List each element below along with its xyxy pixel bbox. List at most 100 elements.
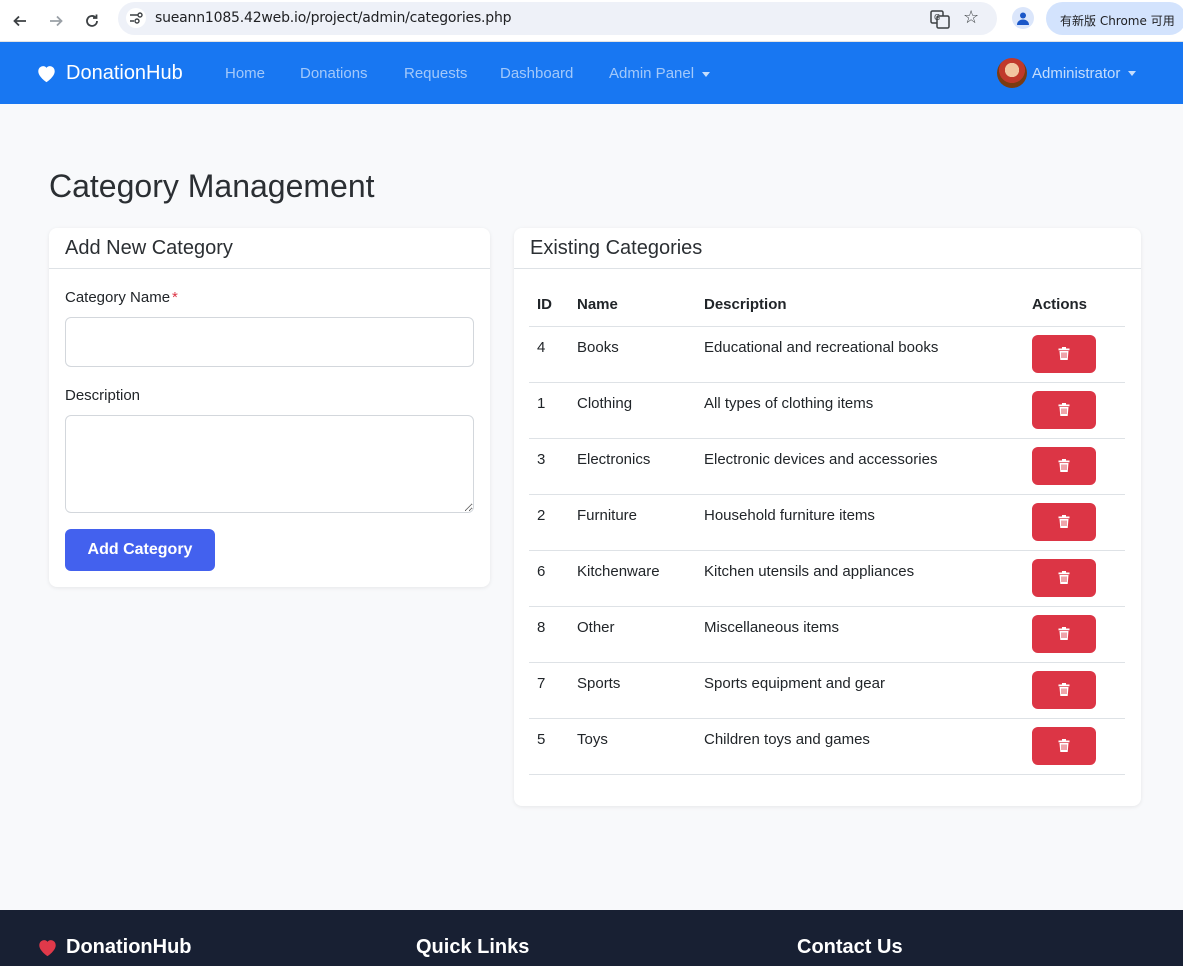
cell-name: Other (569, 606, 696, 663)
column-header-id: ID (529, 284, 569, 327)
chevron-down-icon (1128, 70, 1137, 76)
categories-table: ID Name Description Actions 4 Books Educat… (529, 284, 1125, 775)
trash-icon (1058, 739, 1070, 752)
category-name-label-text: Category Name (65, 289, 171, 306)
cell-description: Sports equipment and gear (696, 662, 1024, 719)
required-mark: * (172, 289, 178, 306)
cell-id: 8 (529, 606, 569, 663)
delete-category-button[interactable] (1032, 390, 1096, 429)
table-row: 3 Electronics Electronic devices and acces… (529, 438, 1125, 495)
delete-category-button[interactable] (1032, 502, 1096, 541)
avatar (997, 58, 1027, 88)
chevron-down-icon (702, 71, 711, 77)
cell-actions (1024, 606, 1125, 663)
nav-requests[interactable]: Requests (404, 65, 467, 82)
cell-id: 7 (529, 662, 569, 719)
cell-name: Electronics (569, 438, 696, 495)
chrome-update-button[interactable]: 有新版 Chrome 可用 (1046, 2, 1183, 35)
trash-icon (1058, 347, 1070, 360)
bookmark-star-icon[interactable]: ☆ (963, 7, 979, 28)
footer-contact-heading: Contact Us (797, 936, 903, 958)
profile-icon[interactable] (1012, 7, 1034, 29)
cell-description: Household furniture items (696, 494, 1024, 551)
delete-category-button[interactable] (1032, 726, 1096, 765)
cell-name: Furniture (569, 494, 696, 551)
footer: DonationHub Quick Links Contact Us (0, 910, 1183, 966)
trash-icon (1058, 683, 1070, 696)
cell-id: 1 (529, 382, 569, 439)
footer-brand: DonationHub (37, 936, 192, 959)
nav-admin-panel-dropdown[interactable]: Admin Panel (609, 65, 711, 82)
cell-id: 5 (529, 718, 569, 775)
add-category-button[interactable]: Add Category (65, 529, 215, 571)
translate-icon[interactable]: G (930, 9, 950, 29)
cell-actions (1024, 494, 1125, 551)
brand-name: DonationHub (66, 62, 183, 84)
cell-name: Sports (569, 662, 696, 719)
add-category-card: Add New Category Category Name * Descript… (49, 228, 490, 587)
cell-description: Children toys and games (696, 718, 1024, 775)
nav-admin-panel-label: Admin Panel (609, 65, 695, 82)
table-row: 5 Toys Children toys and games (529, 718, 1125, 775)
nav-home[interactable]: Home (225, 65, 265, 82)
svg-text:G: G (934, 13, 940, 22)
footer-brand-name: DonationHub (66, 936, 192, 958)
main-navbar: DonationHub Home Donations Requests Dash… (0, 42, 1183, 104)
table-row: 7 Sports Sports equipment and gear (529, 662, 1125, 719)
cell-name: Kitchenware (569, 550, 696, 607)
back-icon[interactable] (8, 9, 32, 33)
table-row: 1 Clothing All types of clothing items (529, 382, 1125, 439)
cell-actions (1024, 718, 1125, 775)
cell-description: Electronic devices and accessories (696, 438, 1024, 495)
delete-category-button[interactable] (1032, 670, 1096, 709)
reload-icon[interactable] (80, 9, 104, 33)
column-header-name: Name (569, 284, 696, 327)
cell-id: 6 (529, 550, 569, 607)
heart-icon (39, 940, 56, 957)
delete-category-button[interactable] (1032, 446, 1096, 485)
user-name: Administrator (1032, 64, 1121, 82)
delete-category-button[interactable] (1032, 614, 1096, 653)
cell-id: 2 (529, 494, 569, 551)
existing-categories-header: Existing Categories (514, 228, 1141, 269)
table-row: 4 Books Educational and recreational books (529, 326, 1125, 383)
cell-name: Clothing (569, 382, 696, 439)
navbar-brand[interactable]: DonationHub (36, 62, 183, 85)
cell-name: Toys (569, 718, 696, 775)
user-menu-dropdown[interactable]: Administrator (997, 58, 1137, 88)
forward-icon[interactable] (44, 9, 68, 33)
category-name-label: Category Name * (65, 289, 178, 306)
cell-description: Educational and recreational books (696, 326, 1024, 383)
nav-donations[interactable]: Donations (300, 65, 368, 82)
add-category-header: Add New Category (49, 228, 490, 269)
table-header-row: ID Name Description Actions (529, 284, 1125, 327)
delete-category-button[interactable] (1032, 558, 1096, 597)
cell-actions (1024, 438, 1125, 495)
trash-icon (1058, 571, 1070, 584)
category-name-input[interactable] (65, 317, 474, 367)
trash-icon (1058, 403, 1070, 416)
cell-actions (1024, 550, 1125, 607)
existing-categories-card: Existing Categories ID Name Description … (514, 228, 1141, 806)
cell-description: Kitchen utensils and appliances (696, 550, 1024, 607)
description-label: Description (65, 387, 141, 404)
footer-quick-links-heading: Quick Links (416, 936, 530, 958)
trash-icon (1058, 459, 1070, 472)
delete-category-button[interactable] (1032, 334, 1096, 373)
column-header-description: Description (696, 284, 1024, 327)
table-row: 6 Kitchenware Kitchen utensils and applian… (529, 550, 1125, 607)
description-textarea[interactable] (65, 415, 474, 513)
url-text[interactable]: sueann1085.42web.io/project/admin/catego… (155, 10, 512, 26)
cell-description: All types of clothing items (696, 382, 1024, 439)
table-row: 2 Furniture Household furniture items (529, 494, 1125, 551)
trash-icon (1058, 627, 1070, 640)
address-bar[interactable]: sueann1085.42web.io/project/admin/catego… (118, 2, 997, 35)
column-header-actions: Actions (1024, 284, 1125, 327)
table-row: 8 Other Miscellaneous items (529, 606, 1125, 663)
nav-dashboard[interactable]: Dashboard (500, 65, 573, 82)
site-settings-icon[interactable] (126, 8, 146, 28)
cell-name: Books (569, 326, 696, 383)
cell-actions (1024, 382, 1125, 439)
page-title: Category Management (49, 168, 375, 204)
cell-id: 4 (529, 326, 569, 383)
